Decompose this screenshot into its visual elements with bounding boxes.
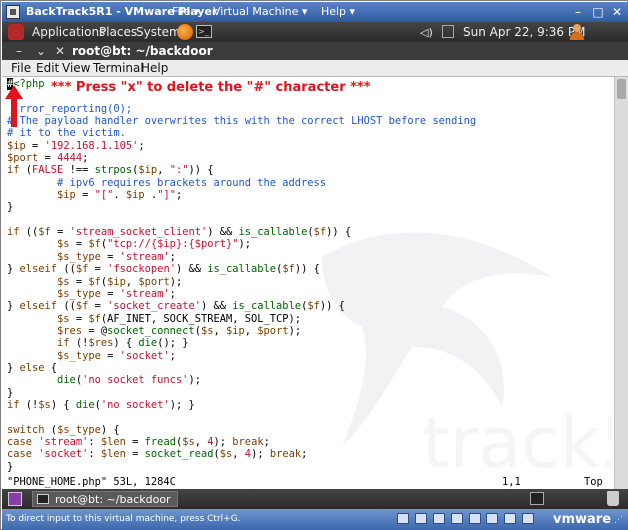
resize-grip-icon[interactable]: ⋰ — [614, 515, 623, 525]
vmware-input-hint: To direct input to this virtual machine,… — [6, 514, 241, 524]
close-icon[interactable]: ✕ — [609, 4, 625, 20]
minimize-icon[interactable]: – — [570, 4, 586, 20]
volume-icon[interactable]: ◁) — [420, 26, 433, 39]
terminal-menu-view[interactable]: View — [62, 61, 90, 75]
terminal-title-bar: – ⌄ ✕ root@bt: ~/backdoor — [2, 42, 628, 60]
menu-places[interactable]: Places — [99, 25, 137, 39]
vmware-status-bar: To direct input to this virtual machine,… — [2, 509, 628, 530]
panel-clock[interactable]: Sun Apr 22, 9:36 PM — [463, 25, 585, 39]
network-icon[interactable] — [442, 25, 454, 38]
backtrack-dragon-icon[interactable] — [8, 24, 24, 40]
taskbar-item-terminal[interactable]: root@bt: ~/backdoor — [32, 491, 178, 507]
firefox-icon[interactable] — [177, 24, 193, 40]
cdrom-icon[interactable] — [414, 513, 427, 524]
message-icon[interactable] — [522, 513, 535, 524]
terminal-launcher-icon[interactable]: >_ — [196, 25, 212, 38]
printer-icon[interactable] — [504, 513, 517, 524]
gnome-bottom-panel: root@bt: ~/backdoor — [2, 489, 628, 509]
vmware-menu-file[interactable]: File ▾ — [172, 5, 199, 18]
taskbar-item-label: root@bt: ~/backdoor — [55, 493, 171, 506]
vmware-window: BackTrack5R1 - VMware Player File ▾ Virt… — [0, 0, 628, 530]
scrollbar-thumb[interactable] — [617, 79, 626, 99]
up-arrow-icon — [5, 85, 23, 127]
floppy-icon[interactable] — [432, 513, 445, 524]
usb-icon[interactable] — [468, 513, 481, 524]
terminal-menu-file[interactable]: File — [11, 61, 31, 75]
terminal-icon — [37, 494, 49, 504]
terminal-text-area[interactable]: track5 #<?php rror_reporting(0); # The p… — [2, 77, 614, 489]
vim-buffer: #<?php rror_reporting(0); # The payload … — [7, 78, 477, 473]
annotation-text: *** Press "x" to delete the "#" characte… — [51, 80, 371, 95]
show-desktop-icon[interactable] — [8, 492, 22, 506]
network-adapter-icon[interactable] — [450, 513, 463, 524]
sound-icon[interactable] — [486, 513, 499, 524]
terminal-menu-terminal[interactable]: Terminal — [93, 61, 144, 75]
vmware-menu-virtual-machine[interactable]: Virtual Machine ▾ — [213, 5, 308, 18]
chevron-down-icon[interactable]: ⌄ — [36, 44, 46, 58]
vmware-menu-bar: File ▾ Virtual Machine ▾ Help ▾ — [172, 5, 365, 18]
menu-applications[interactable]: Applications — [32, 25, 105, 39]
hard-disk-icon[interactable] — [397, 513, 409, 524]
vmware-brand-logo: vmware — [553, 512, 612, 527]
workspace-switcher-icon[interactable] — [530, 492, 544, 505]
terminal-menu-help[interactable]: Help — [141, 61, 168, 75]
terminal-scrollbar[interactable] — [614, 77, 628, 489]
gnome-top-panel: Applications Places System >_ ◁) Sun Apr… — [2, 22, 628, 42]
close-icon[interactable]: ✕ — [55, 44, 65, 58]
vim-cursor-position: 1,1 — [502, 476, 521, 488]
maximize-icon[interactable]: □ — [590, 4, 606, 20]
vim-status-line: "PHONE_HOME.php" 53L, 1284C — [7, 476, 176, 488]
trash-icon[interactable] — [607, 491, 619, 506]
vmware-logo-icon — [6, 5, 20, 19]
terminal-menu-edit[interactable]: Edit — [36, 61, 59, 75]
user-icon[interactable] — [569, 24, 585, 40]
vmware-menu-help[interactable]: Help ▾ — [321, 5, 355, 18]
vmware-title-bar: BackTrack5R1 - VMware Player File ▾ Virt… — [2, 2, 628, 22]
vim-scroll-position: Top — [584, 476, 603, 488]
terminal-menu-bar: File Edit View Terminal Help — [2, 60, 628, 77]
terminal-window-title: root@bt: ~/backdoor — [72, 44, 213, 58]
menu-system[interactable]: System — [136, 25, 181, 39]
minimize-icon[interactable]: – — [16, 44, 22, 58]
vmware-device-icons — [397, 513, 537, 527]
